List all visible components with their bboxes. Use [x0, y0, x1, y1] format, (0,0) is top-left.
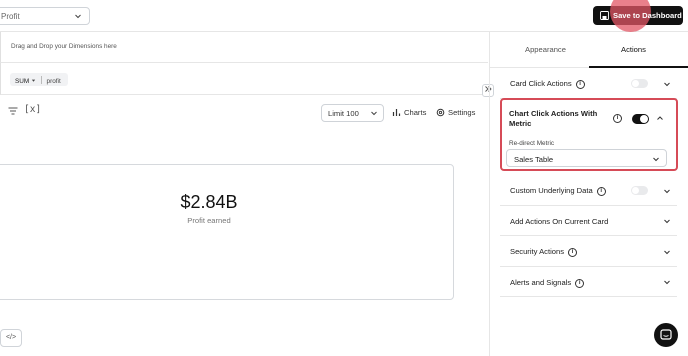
measure-field-label: profit — [46, 78, 61, 85]
card-click-actions-toggle[interactable] — [631, 79, 648, 88]
custom-underlying-data-toggle[interactable] — [631, 186, 648, 195]
limit-select[interactable]: Limit 100 — [321, 104, 384, 122]
tab-actions[interactable]: Actions — [621, 45, 646, 54]
chevron-down-icon[interactable] — [663, 278, 671, 286]
chart-click-actions-label: Chart Click Actions With Metric — [509, 109, 598, 128]
kpi-card[interactable]: $2.84B Profit earned — [0, 164, 454, 300]
caret-down-icon — [31, 79, 36, 82]
chat-support-button[interactable] — [654, 323, 678, 347]
measure-chip[interactable]: SUM profit — [10, 73, 68, 86]
security-actions-label: Security Actions i — [510, 247, 578, 257]
dimensions-dropzone[interactable]: Drag and Drop your Dimensions here — [0, 32, 488, 63]
tab-appearance[interactable]: Appearance — [525, 45, 566, 54]
panel-tabs: Appearance Actions — [490, 32, 688, 68]
chevron-down-icon — [653, 157, 659, 162]
add-actions-label: Add Actions On Current Card — [510, 217, 609, 226]
card-click-actions-row[interactable]: Card Click Actions i — [500, 68, 677, 99]
add-actions-row[interactable]: Add Actions On Current Card — [500, 206, 677, 236]
properties-panel: Appearance Actions Card Click Actions i C… — [489, 32, 688, 356]
redirect-metric-select[interactable]: Sales Table — [506, 149, 667, 167]
chart-click-actions-toggle[interactable] — [632, 114, 649, 124]
chat-icon — [660, 329, 672, 340]
gear-icon — [436, 108, 445, 117]
chevron-down-icon — [75, 14, 81, 19]
measures-row: SUM profit — [0, 63, 488, 95]
chevron-down-icon — [371, 111, 377, 116]
chip-divider — [40, 76, 42, 84]
kpi-label: Profit earned — [187, 216, 231, 225]
kpi-value: $2.84B — [180, 192, 238, 212]
top-bar: Profit — [0, 0, 688, 32]
settings-label: Settings — [448, 108, 476, 117]
limit-label: Limit — [328, 109, 345, 118]
chevron-down-icon[interactable] — [663, 80, 671, 88]
chevron-down-icon[interactable] — [663, 187, 671, 195]
chevron-down-icon[interactable] — [663, 217, 671, 225]
variables-button[interactable]: [x] — [24, 104, 41, 115]
alerts-signals-row[interactable]: Alerts and Signals i — [500, 267, 677, 297]
info-icon[interactable]: i — [575, 79, 585, 89]
code-icon: </> — [5, 334, 17, 341]
metric-select[interactable]: Profit — [0, 7, 90, 25]
dimensions-placeholder: Drag and Drop your Dimensions here — [11, 43, 117, 50]
chart-canvas: $2.84B Profit earned — [0, 131, 488, 326]
charts-button[interactable]: Charts — [392, 108, 426, 117]
security-actions-row[interactable]: Security Actions i — [500, 236, 677, 267]
info-icon[interactable]: i — [568, 247, 578, 257]
custom-underlying-data-label: Custom Underlying Data i — [510, 186, 606, 196]
chevron-up-icon[interactable] — [656, 114, 664, 122]
save-button-label: Save to Dashboard — [613, 11, 682, 20]
info-icon[interactable]: i — [596, 186, 606, 196]
limit-value: 100 — [346, 109, 359, 118]
charts-label: Charts — [404, 108, 427, 117]
bar-chart-icon — [392, 109, 401, 116]
alerts-signals-label: Alerts and Signals i — [510, 278, 585, 288]
settings-button[interactable]: Settings — [436, 108, 475, 117]
info-icon[interactable]: i — [613, 114, 622, 123]
custom-underlying-data-row[interactable]: Custom Underlying Data i — [500, 175, 677, 206]
chevron-down-icon[interactable] — [663, 248, 671, 256]
aggregation-label[interactable]: SUM — [15, 78, 29, 85]
save-icon — [600, 11, 609, 20]
metric-select-value: Profit — [1, 12, 20, 21]
redirect-metric-label: Re-direct Metric — [509, 140, 555, 147]
filter-icon[interactable] — [8, 107, 18, 115]
code-view-button[interactable]: </> — [0, 329, 22, 347]
redirect-metric-value: Sales Table — [514, 155, 554, 164]
card-click-actions-label: Card Click Actions i — [510, 79, 585, 89]
info-icon[interactable]: i — [575, 278, 585, 288]
